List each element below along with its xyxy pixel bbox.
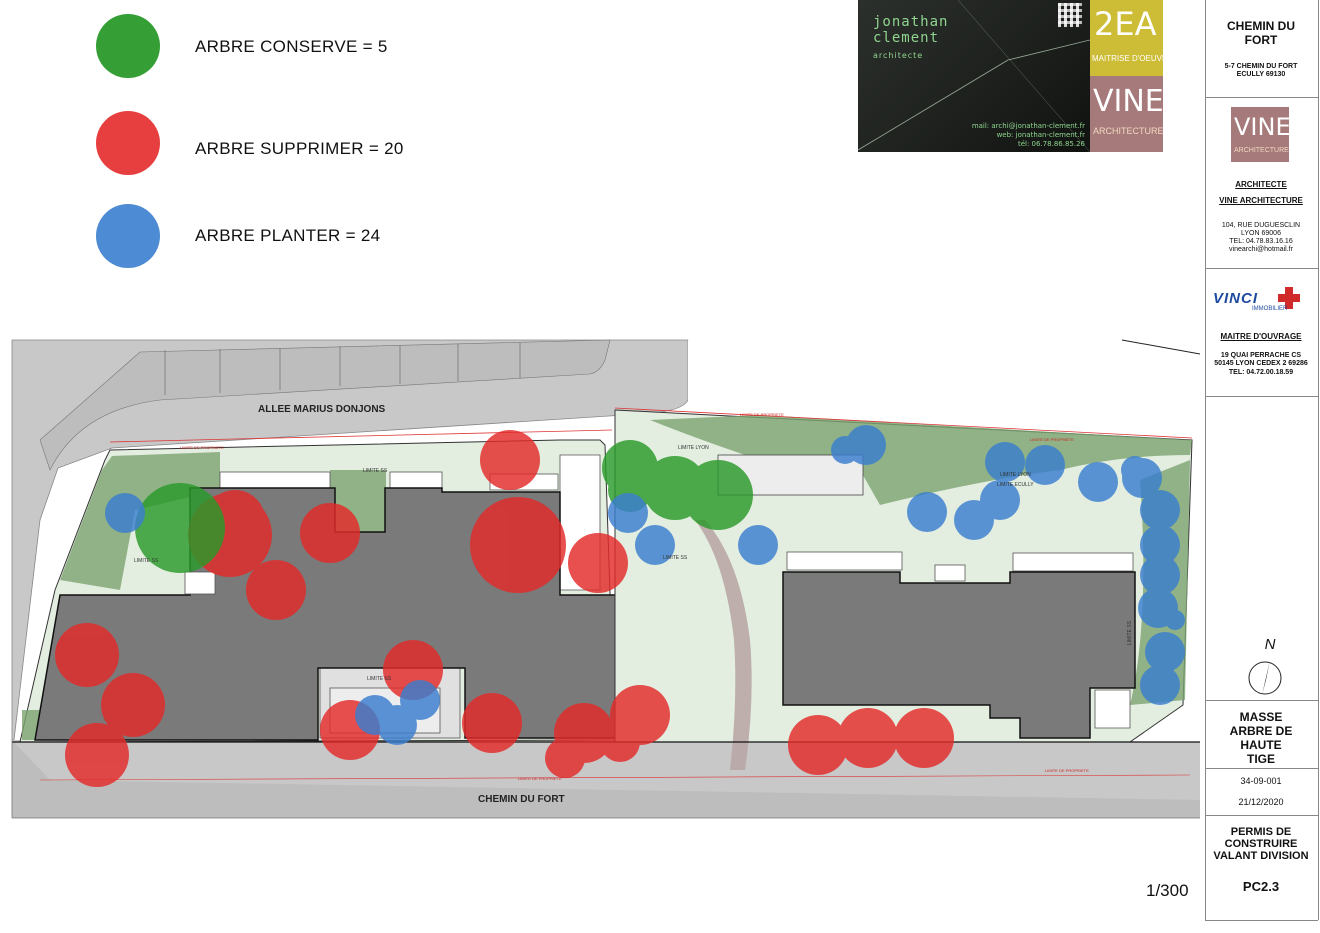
limite-propriete-label: LIMITE DE PROPRIETE: [180, 445, 224, 450]
limite-lyon-label: LIMITE LYON: [678, 445, 709, 451]
tree-planter: [1121, 456, 1149, 484]
jonathan-clement-tel: tél: 06.78.86.85.26: [1017, 140, 1085, 148]
limite-ecully-label: LIMITE ECULLY: [997, 482, 1034, 488]
logo-2ea-sub: MAITRISE D'OEUVRE: [1092, 54, 1174, 63]
tree-supprimer: [55, 623, 119, 687]
sheet-date: 21/12/2020: [1238, 797, 1284, 807]
title-block-vine-logo: VINE ARCHITECTURE: [1231, 107, 1291, 162]
logo-vine: VINE ARCHITECTURE: [1090, 76, 1164, 152]
logo-2ea-text: 2EA: [1094, 5, 1157, 43]
vine-logo-sub: ARCHITECTURE: [1234, 147, 1289, 154]
logo-vine-text: VINE: [1093, 84, 1164, 119]
divider: [1205, 396, 1318, 397]
sheet-code: 34-09-001: [1240, 776, 1282, 786]
divider: [1205, 815, 1318, 816]
qr-code-overlay: [1058, 3, 1082, 27]
logo-jonathan-clement: jonathan clement architecte mail: archi@…: [858, 0, 1090, 152]
tree-planter: [400, 680, 440, 720]
tree-supprimer: [480, 430, 540, 490]
divider: [1205, 920, 1318, 921]
tree-planter: [105, 493, 145, 533]
tree-planter: [1140, 490, 1180, 530]
jonathan-clement-mail: mail: archi@jonathan-clement.fr: [971, 122, 1085, 130]
tree-planter: [831, 436, 859, 464]
tree-supprimer: [300, 503, 360, 563]
legend-supprimer-swatch: [96, 111, 160, 175]
scale-label: 1/300: [1146, 881, 1189, 900]
tree-planter: [608, 493, 648, 533]
limite-propriete-label: LIMITE DE PROPRIETE: [518, 776, 562, 781]
sheet-title: MASSE ARBRE DE HAUTE TIGE: [1229, 710, 1293, 766]
tree-planter: [907, 492, 947, 532]
logo-2ea: 2EA MAITRISE D'OEUVRE: [1090, 0, 1173, 76]
tree-planter: [1078, 462, 1118, 502]
owner-heading: MAITRE D'OUVRAGE: [1220, 332, 1302, 341]
divider: [1205, 97, 1318, 98]
architect-name: VINE ARCHITECTURE: [1219, 196, 1303, 205]
architect-heading: ARCHITECTE: [1235, 180, 1287, 189]
legend-conserve-swatch: [96, 14, 160, 78]
tree-supprimer: [470, 497, 566, 593]
tree-planter: [738, 525, 778, 565]
vine-logo-text: VINE: [1234, 113, 1291, 141]
tree-supprimer: [838, 708, 898, 768]
legend-planter-swatch: [96, 204, 160, 268]
architect-address: 104, RUE DUGUESCLIN LYON 69006: [1221, 222, 1301, 237]
project-address: 5-7 CHEMIN DU FORT ECULLY 69130: [1224, 63, 1298, 78]
sheet-number: PC2.3: [1242, 879, 1280, 894]
divider: [1205, 768, 1318, 769]
tree-supprimer: [246, 560, 306, 620]
jonathan-clement-web: web: jonathan-clement.fr: [996, 131, 1085, 139]
limite-propriete-label: LIMITE DE PROPRIETE: [740, 412, 784, 417]
street-label-bottom: CHEMIN DU FORT: [478, 794, 565, 805]
divider: [1205, 700, 1318, 701]
architect-mail: vinearchi@hotmail.fr: [1229, 246, 1293, 253]
limite-ss-label: LIMITE SS: [1127, 620, 1134, 646]
tree-supprimer: [462, 693, 522, 753]
limite-ss-label: LIMITE SS: [367, 676, 392, 682]
tree-planter: [1140, 665, 1180, 705]
vinci-logo-sub: IMMOBILIER: [1252, 306, 1288, 312]
limite-ss-label: LIMITE SS: [363, 468, 388, 474]
owner-address: 19 QUAI PERRACHE CS 50145 LYON CEDEX 2 6…: [1214, 352, 1308, 367]
limite-propriete-label: LIMITE DE PROPRIETE: [1045, 768, 1089, 773]
tree-conserve: [683, 460, 753, 530]
divider: [1205, 268, 1318, 269]
architect-tel: TEL: 04.78.83.16.16: [1229, 238, 1293, 245]
owner-tel: TEL: 04.72.00.18.59: [1228, 369, 1294, 376]
logo-vine-sub: ARCHITECTURE: [1093, 126, 1164, 136]
tree-supprimer: [894, 708, 954, 768]
project-title: CHEMIN DU FORT: [1227, 19, 1295, 47]
tree-planter: [1165, 610, 1185, 630]
limite-ss-label: LIMITE SS: [134, 558, 159, 564]
limite-lyon-label: LIMITE LYON: [1000, 472, 1031, 478]
vinci-logo-text: VINCI: [1213, 290, 1259, 307]
limite-propriete-label: LIMITE DE PROPRIETE: [1030, 437, 1074, 442]
jonathan-clement-sub: architecte: [873, 51, 924, 60]
site-plan-sheet: ARBRE CONSERVE = 5 ARBRE SUPPRIMER = 20 …: [0, 0, 1320, 933]
north-label: N: [1264, 636, 1276, 653]
street-label-top: ALLEE MARIUS DONJONS: [258, 404, 386, 415]
tree-supprimer: [600, 722, 640, 762]
tree-planter: [1025, 445, 1065, 485]
tree-supprimer: [65, 723, 129, 787]
tree-supprimer: [568, 533, 628, 593]
permit-type: PERMIS DE CONSTRUIRE VALANT DIVISION: [1213, 826, 1309, 862]
jonathan-clement-name: jonathan clement: [873, 14, 949, 46]
tree-supprimer: [545, 738, 585, 778]
limite-ss-label: LIMITE SS: [663, 555, 688, 561]
